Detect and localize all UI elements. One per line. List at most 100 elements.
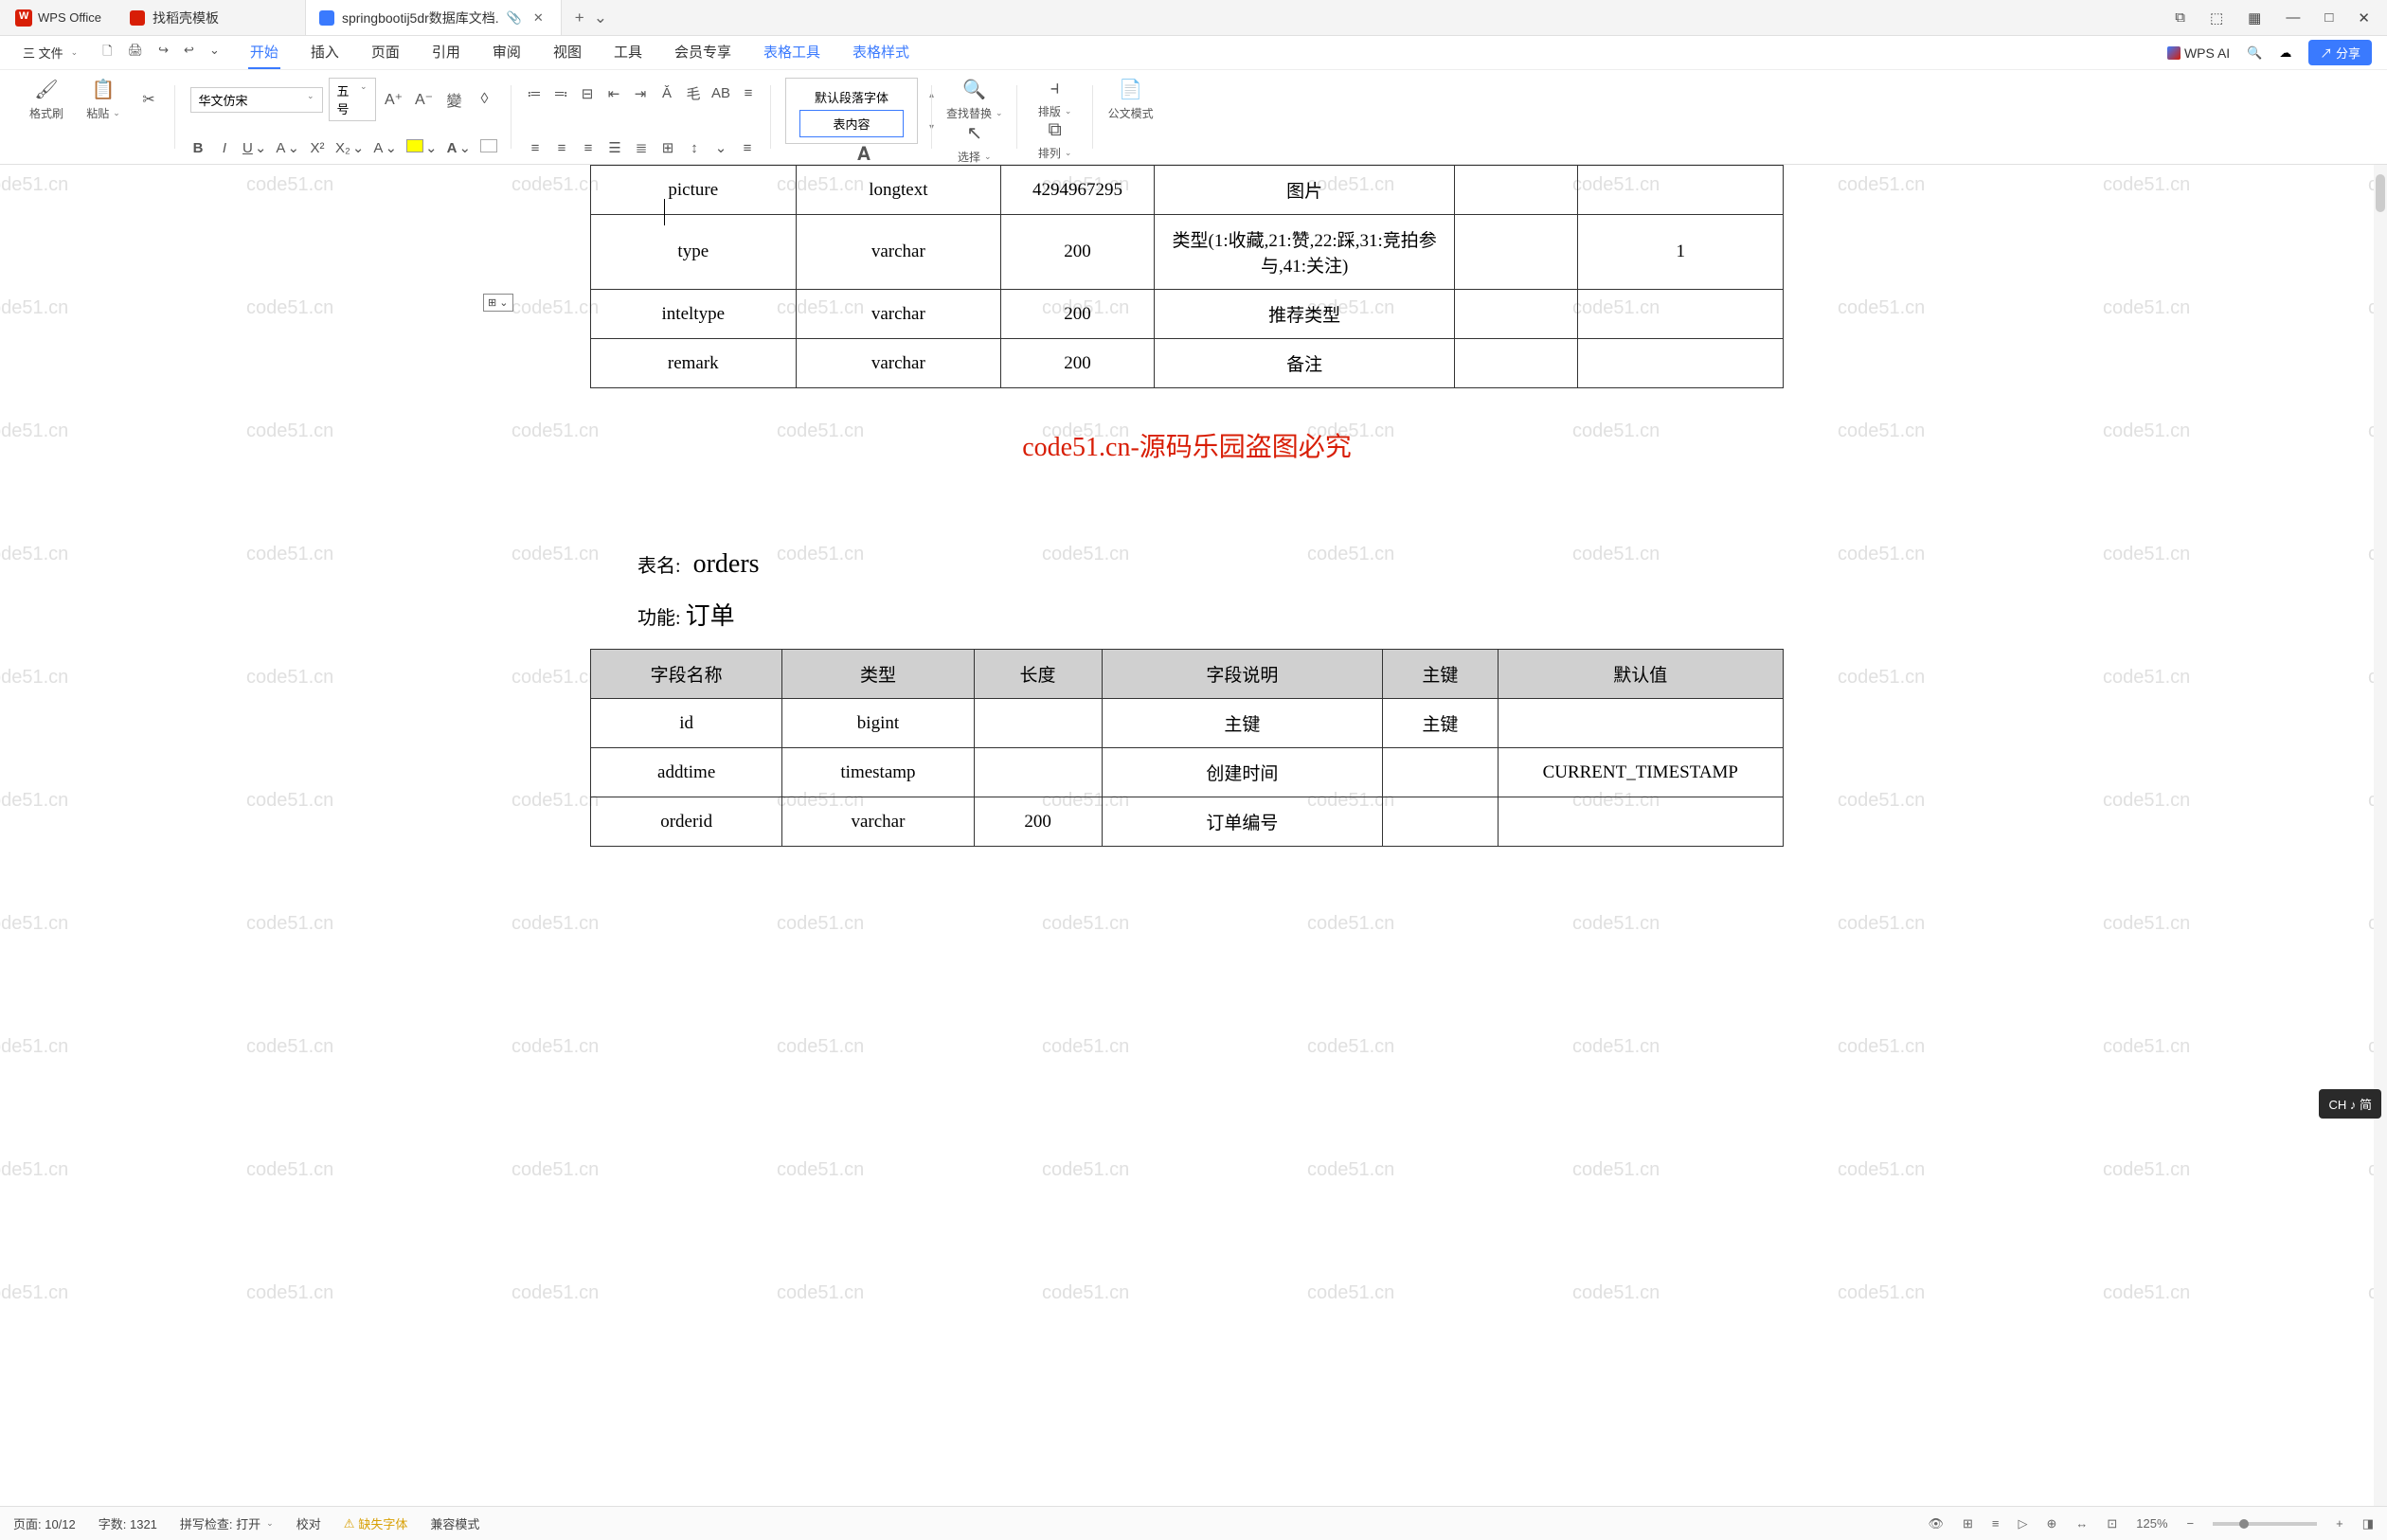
align-distributed-icon[interactable]: ≣ — [633, 139, 650, 156]
table-cell[interactable]: 图片 — [1154, 166, 1455, 215]
tab-insert[interactable]: 插入 — [309, 36, 341, 69]
table-cell[interactable]: 创建时间 — [1102, 748, 1383, 797]
status-spellcheck[interactable]: 拼写检查: 打开 ⌄ — [180, 1514, 274, 1532]
char-scale-icon[interactable]: AB — [711, 85, 730, 101]
style-table-content[interactable]: 表内容 — [799, 110, 904, 137]
table-cell[interactable]: remark — [591, 339, 797, 388]
search-icon[interactable]: 🔍 — [2247, 45, 2262, 61]
table-row[interactable]: addtimetimestamp 创建时间 CURRENT_TIMESTAMP — [591, 748, 1784, 797]
table-cell[interactable]: orderid — [591, 797, 782, 847]
cloud-icon[interactable]: ☁ — [2279, 45, 2291, 61]
table-cell[interactable] — [1578, 339, 1784, 388]
strikethrough-button[interactable]: A⌄ — [276, 139, 299, 156]
table-cell[interactable]: timestamp — [782, 748, 974, 797]
letter-icon[interactable]: 🗋 — [102, 43, 112, 63]
brush-icon[interactable]: 毛 — [685, 83, 702, 103]
file-menu[interactable]: 三 文件 ⌄ — [15, 40, 85, 65]
zoom-knob[interactable] — [2239, 1519, 2249, 1529]
fit-page-icon[interactable]: ⊡ — [2107, 1516, 2117, 1531]
avatar-icon[interactable]: ▦ — [2248, 9, 2261, 27]
vlayout-button[interactable]: ⫞ 排版⌄ — [1032, 78, 1079, 119]
font-increase-icon[interactable]: A⁺ — [382, 87, 406, 112]
style-default-font[interactable]: 默认段落字体 — [799, 84, 904, 110]
table-cell[interactable] — [1455, 215, 1578, 290]
table-cell[interactable]: 200 — [1001, 339, 1155, 388]
minimize-icon[interactable]: — — [2286, 9, 2300, 26]
para-marks-icon[interactable]: ≡ — [740, 85, 757, 101]
qat-more-icon[interactable]: ⌄ — [209, 43, 220, 63]
scrollbar-thumb[interactable] — [2376, 174, 2385, 212]
multilevel-icon[interactable]: ⊟ — [579, 85, 596, 102]
view-outline-icon[interactable]: ≡ — [1992, 1516, 2000, 1531]
table-cell[interactable]: addtime — [591, 748, 782, 797]
zoom-slider[interactable] — [2213, 1522, 2317, 1526]
table-cell[interactable]: 200 — [974, 797, 1102, 847]
table-cell[interactable]: 备注 — [1154, 339, 1455, 388]
table-row[interactable]: orderidvarchar200订单编号 — [591, 797, 1784, 847]
right-panel-icon[interactable]: ◨ — [2362, 1516, 2374, 1531]
align-justify-icon[interactable]: ☰ — [606, 139, 623, 156]
table-cell[interactable]: 类型(1:收藏,21:赞,22:踩,31:竞拍参与,41:关注) — [1154, 215, 1455, 290]
tab-home[interactable]: 开始 — [248, 36, 280, 69]
paste-button[interactable]: 📋 粘贴⌄ — [80, 78, 127, 121]
font-color2-button[interactable]: A⌄ — [447, 139, 471, 156]
align-right-icon[interactable]: ≡ — [580, 140, 597, 156]
db-table-orders[interactable]: 字段名称类型长度字段说明主键默认值idbigint主键主键addtimetime… — [590, 649, 1784, 847]
table-cell[interactable]: CURRENT_TIMESTAMP — [1498, 748, 1783, 797]
bullets-icon[interactable]: ≔ — [526, 85, 543, 102]
table-cell[interactable] — [1578, 166, 1784, 215]
read-mode-icon[interactable]: ▷ — [2018, 1516, 2027, 1531]
close-window-icon[interactable]: ✕ — [2358, 9, 2370, 27]
tab-document[interactable]: springbootij5dr数据库文档. 📎 ✕ — [306, 0, 562, 35]
status-compat-mode[interactable]: 兼容模式 — [430, 1514, 479, 1532]
tab-reference[interactable]: 引用 — [430, 36, 462, 69]
arrange-button[interactable]: ⧉ 排列⌄ — [1032, 119, 1079, 161]
table-cell[interactable]: longtext — [796, 166, 1001, 215]
table-row[interactable]: inteltypevarchar200推荐类型 — [591, 290, 1784, 339]
tab-review[interactable]: 审阅 — [491, 36, 523, 69]
table-row[interactable]: remarkvarchar200备注 — [591, 339, 1784, 388]
zoom-value[interactable]: 125% — [2136, 1516, 2167, 1531]
table-cell[interactable]: inteltype — [591, 290, 797, 339]
line-spacing-icon[interactable]: ↕ — [686, 140, 703, 156]
font-decrease-icon[interactable]: A⁻ — [412, 87, 437, 112]
align-left-icon[interactable]: ≡ — [527, 140, 544, 156]
status-word-count[interactable]: 字数: 1321 — [99, 1514, 157, 1532]
table-cell[interactable] — [1578, 290, 1784, 339]
redo-icon[interactable]: ↪ — [158, 43, 169, 63]
table-cell[interactable]: type — [591, 215, 797, 290]
highlight-button[interactable]: ⌄ — [406, 139, 438, 156]
phonetic-icon[interactable]: 變 — [442, 87, 467, 112]
font-family-selector[interactable]: 华文仿宋⌄ — [190, 87, 323, 113]
find-replace-button[interactable]: 🔍 查找替换⌄ — [946, 78, 1003, 121]
sort-icon[interactable]: ≡ — [739, 140, 756, 156]
ime-indicator[interactable]: CH ♪ 简 — [2319, 1089, 2381, 1119]
new-tab-icon[interactable]: + — [575, 9, 584, 27]
zoom-out-icon[interactable]: − — [2187, 1516, 2195, 1531]
vertical-scrollbar[interactable] — [2374, 165, 2387, 1506]
table-cell[interactable]: id — [591, 699, 782, 748]
table-cell[interactable]: 1 — [1578, 215, 1784, 290]
table-cell[interactable]: 200 — [1001, 290, 1155, 339]
multiwindow-icon[interactable]: ⧉ — [2175, 9, 2185, 26]
font-effect-icon[interactable]: Ǎ — [658, 85, 675, 101]
borders-icon[interactable]: ⊞ — [659, 139, 676, 156]
outdent-icon[interactable]: ⇤ — [605, 85, 622, 102]
style-down-icon[interactable]: ▾ — [929, 122, 934, 133]
table-cell[interactable] — [1383, 748, 1498, 797]
table-cell[interactable] — [1498, 797, 1783, 847]
numbering-icon[interactable]: ≕ — [552, 85, 569, 102]
table-cell[interactable] — [974, 748, 1102, 797]
new-tab-menu-icon[interactable]: ⌄ — [594, 9, 607, 27]
status-missing-font[interactable]: ⚠ 缺失字体 — [344, 1514, 408, 1532]
underline-button[interactable]: U⌄ — [242, 139, 266, 156]
undo-icon[interactable]: ↩ — [184, 43, 194, 63]
fit-width-icon[interactable]: ↔ — [2075, 1516, 2088, 1531]
table-cell[interactable]: varchar — [796, 215, 1001, 290]
select-button[interactable]: ↖ 选择⌄ — [951, 121, 998, 165]
table-cell[interactable]: 主键 — [1383, 699, 1498, 748]
tab-member[interactable]: 会员专享 — [673, 36, 733, 69]
table-cell[interactable]: 推荐类型 — [1154, 290, 1455, 339]
tab-pin-icon[interactable]: 📎 — [507, 10, 522, 26]
font-size-selector[interactable]: 五号⌄ — [329, 78, 376, 121]
